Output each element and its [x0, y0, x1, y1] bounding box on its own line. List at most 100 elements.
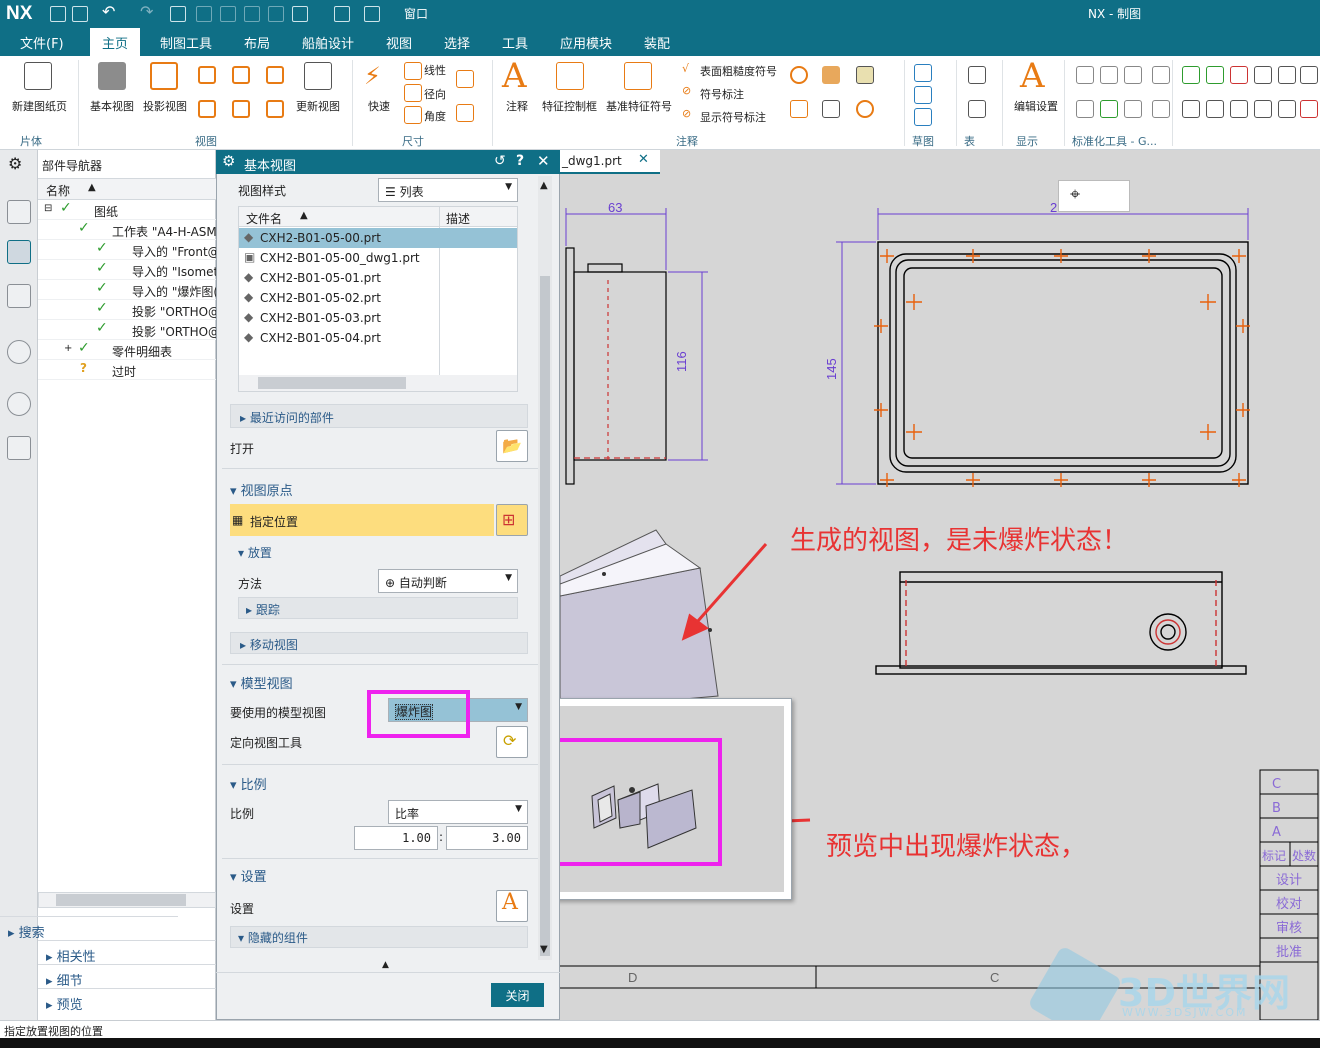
scale-section[interactable]: ▾ 比例 [230, 774, 267, 793]
dialog-scrollbar-thumb[interactable] [540, 276, 550, 956]
touch-mode-icon[interactable] [334, 6, 350, 22]
fcf-button[interactable]: 特征控制框 [542, 98, 597, 114]
assembly-navigator-icon[interactable] [7, 200, 31, 224]
expand-icon[interactable]: + [64, 343, 72, 354]
section-view-icon[interactable] [232, 66, 250, 84]
tool-icon-7[interactable] [1182, 100, 1200, 118]
image-icon[interactable] [856, 66, 874, 84]
projected-view-button[interactable]: 投影视图 [143, 98, 187, 114]
datum-button[interactable]: 基准特征符号 [606, 98, 672, 114]
quick-dimension-button[interactable]: 快速 [368, 98, 390, 114]
scale-numerator-input[interactable]: 1.00 [354, 826, 438, 850]
settings-section[interactable]: ▾ 设置 [230, 866, 267, 885]
save-as-icon[interactable] [72, 6, 88, 22]
menu-view[interactable]: 视图 [386, 33, 412, 52]
std-icon-8[interactable] [1152, 100, 1170, 118]
std-icon-4[interactable] [1152, 66, 1170, 84]
show-symbol-button[interactable]: 显示符号标注 [700, 109, 766, 125]
window-menu[interactable]: 窗口 [404, 5, 428, 22]
std-icon-6[interactable] [1100, 100, 1118, 118]
update-view-button[interactable]: 更新视图 [296, 98, 340, 114]
section-preview[interactable]: ▸ 预览 [38, 988, 216, 1013]
view-icon-4[interactable] [198, 100, 216, 118]
gear-icon[interactable]: ⚙ [8, 154, 22, 173]
collapse-icon[interactable]: ⊟ [44, 203, 52, 214]
view-icon-5[interactable] [232, 100, 250, 118]
hatch-icon[interactable] [822, 66, 840, 84]
close-icon[interactable]: ✕ [537, 152, 550, 170]
break-view-icon[interactable] [266, 66, 284, 84]
std-icon-5[interactable] [1076, 100, 1094, 118]
scroll-down-icon[interactable]: ▼ [540, 944, 548, 955]
section-search[interactable]: ▸ 搜索 [0, 916, 178, 941]
reuse-library-icon[interactable] [7, 284, 31, 308]
section-dependencies[interactable]: ▸ 相关性 [38, 940, 216, 965]
tool-icon-5[interactable] [1278, 66, 1296, 84]
switch-window-icon[interactable] [364, 6, 380, 22]
command-finder-icon[interactable] [292, 6, 308, 22]
tool-icon-2[interactable] [1206, 66, 1224, 84]
placement-subsection[interactable]: ▾ 放置 [238, 544, 272, 561]
std-icon-1[interactable] [1076, 66, 1094, 84]
linear-dim-button[interactable]: 线性 [424, 62, 446, 78]
view-style-dropdown[interactable]: ☰ 列表 ▼ [378, 178, 518, 202]
part-navigator-icon[interactable] [7, 240, 31, 264]
menu-file[interactable]: 文件(F) [20, 33, 64, 52]
tool-icon-4[interactable] [1254, 66, 1272, 84]
dim-icon-extra-2[interactable] [456, 104, 474, 122]
section-details[interactable]: ▸ 细节 [38, 964, 216, 989]
save-icon[interactable] [50, 6, 66, 22]
file-list-hscroll-thumb[interactable] [258, 377, 406, 389]
radial-dim-button[interactable]: 径向 [424, 86, 446, 102]
copy-icon[interactable] [220, 6, 236, 22]
paste-icon[interactable] [244, 6, 260, 22]
dim-icon-extra[interactable] [456, 70, 474, 88]
search-annot-icon[interactable] [790, 66, 808, 84]
detail-view-icon[interactable] [198, 66, 216, 84]
surface-symbol-button[interactable]: 表面粗糙度符号 [700, 63, 777, 79]
edit-settings-button[interactable]: 编辑设置 [1014, 98, 1058, 114]
scroll-up-icon[interactable]: ▲ [540, 180, 548, 191]
annot-icon-5[interactable] [822, 100, 840, 118]
std-icon-7[interactable] [1124, 100, 1142, 118]
column-description[interactable]: 描述 [446, 210, 470, 227]
menu-assembly[interactable]: 装配 [644, 33, 670, 52]
tool-icon-9[interactable] [1230, 100, 1248, 118]
column-name[interactable]: 名称 [46, 182, 70, 199]
track-subsection[interactable] [238, 597, 518, 619]
cut-icon[interactable] [196, 6, 212, 22]
scale-dropdown[interactable]: 比率 ▼ [388, 800, 528, 824]
column-file-name[interactable]: 文件名 [246, 210, 282, 227]
symbol-button[interactable]: 符号标注 [700, 86, 744, 102]
scrollbar-thumb[interactable] [56, 894, 186, 906]
new-sheet-button[interactable]: 新建图纸页 [12, 98, 67, 114]
close-button[interactable]: 关闭 [491, 983, 544, 1007]
redo-icon[interactable]: ↷ [140, 2, 156, 21]
tools-icon[interactable] [7, 436, 31, 460]
method-dropdown[interactable]: ⊕ 自动判断 ▼ [378, 569, 518, 593]
menu-layout[interactable]: 布局 [244, 33, 270, 52]
menu-tools[interactable]: 工具 [502, 33, 528, 52]
view-icon-6[interactable] [266, 100, 284, 118]
web-browser-icon[interactable] [7, 340, 31, 364]
table-icon-1[interactable] [968, 66, 986, 84]
menu-ship-design[interactable]: 船舶设计 [302, 33, 354, 52]
note-button[interactable]: 注释 [506, 98, 528, 114]
reset-icon[interactable]: ↺ [494, 153, 506, 169]
help-icon[interactable]: ? [516, 153, 524, 169]
sketch-icon-1[interactable] [914, 64, 932, 82]
angular-dim-button[interactable]: 角度 [424, 108, 446, 124]
tool-icon-6[interactable] [1300, 66, 1318, 84]
annot-icon-6[interactable] [856, 100, 874, 118]
delete-icon[interactable] [268, 6, 284, 22]
tool-icon-11[interactable] [1278, 100, 1296, 118]
tool-icon-8[interactable] [1206, 100, 1224, 118]
std-icon-3[interactable] [1124, 66, 1142, 84]
sketch-icon-2[interactable] [914, 86, 932, 104]
undo-icon[interactable]: ↶ [102, 2, 118, 21]
print-icon[interactable] [170, 6, 186, 22]
tool-icon-1[interactable] [1182, 66, 1200, 84]
menu-select[interactable]: 选择 [444, 33, 470, 52]
std-icon-2[interactable] [1100, 66, 1118, 84]
tab-close-icon[interactable]: ✕ [638, 152, 649, 167]
